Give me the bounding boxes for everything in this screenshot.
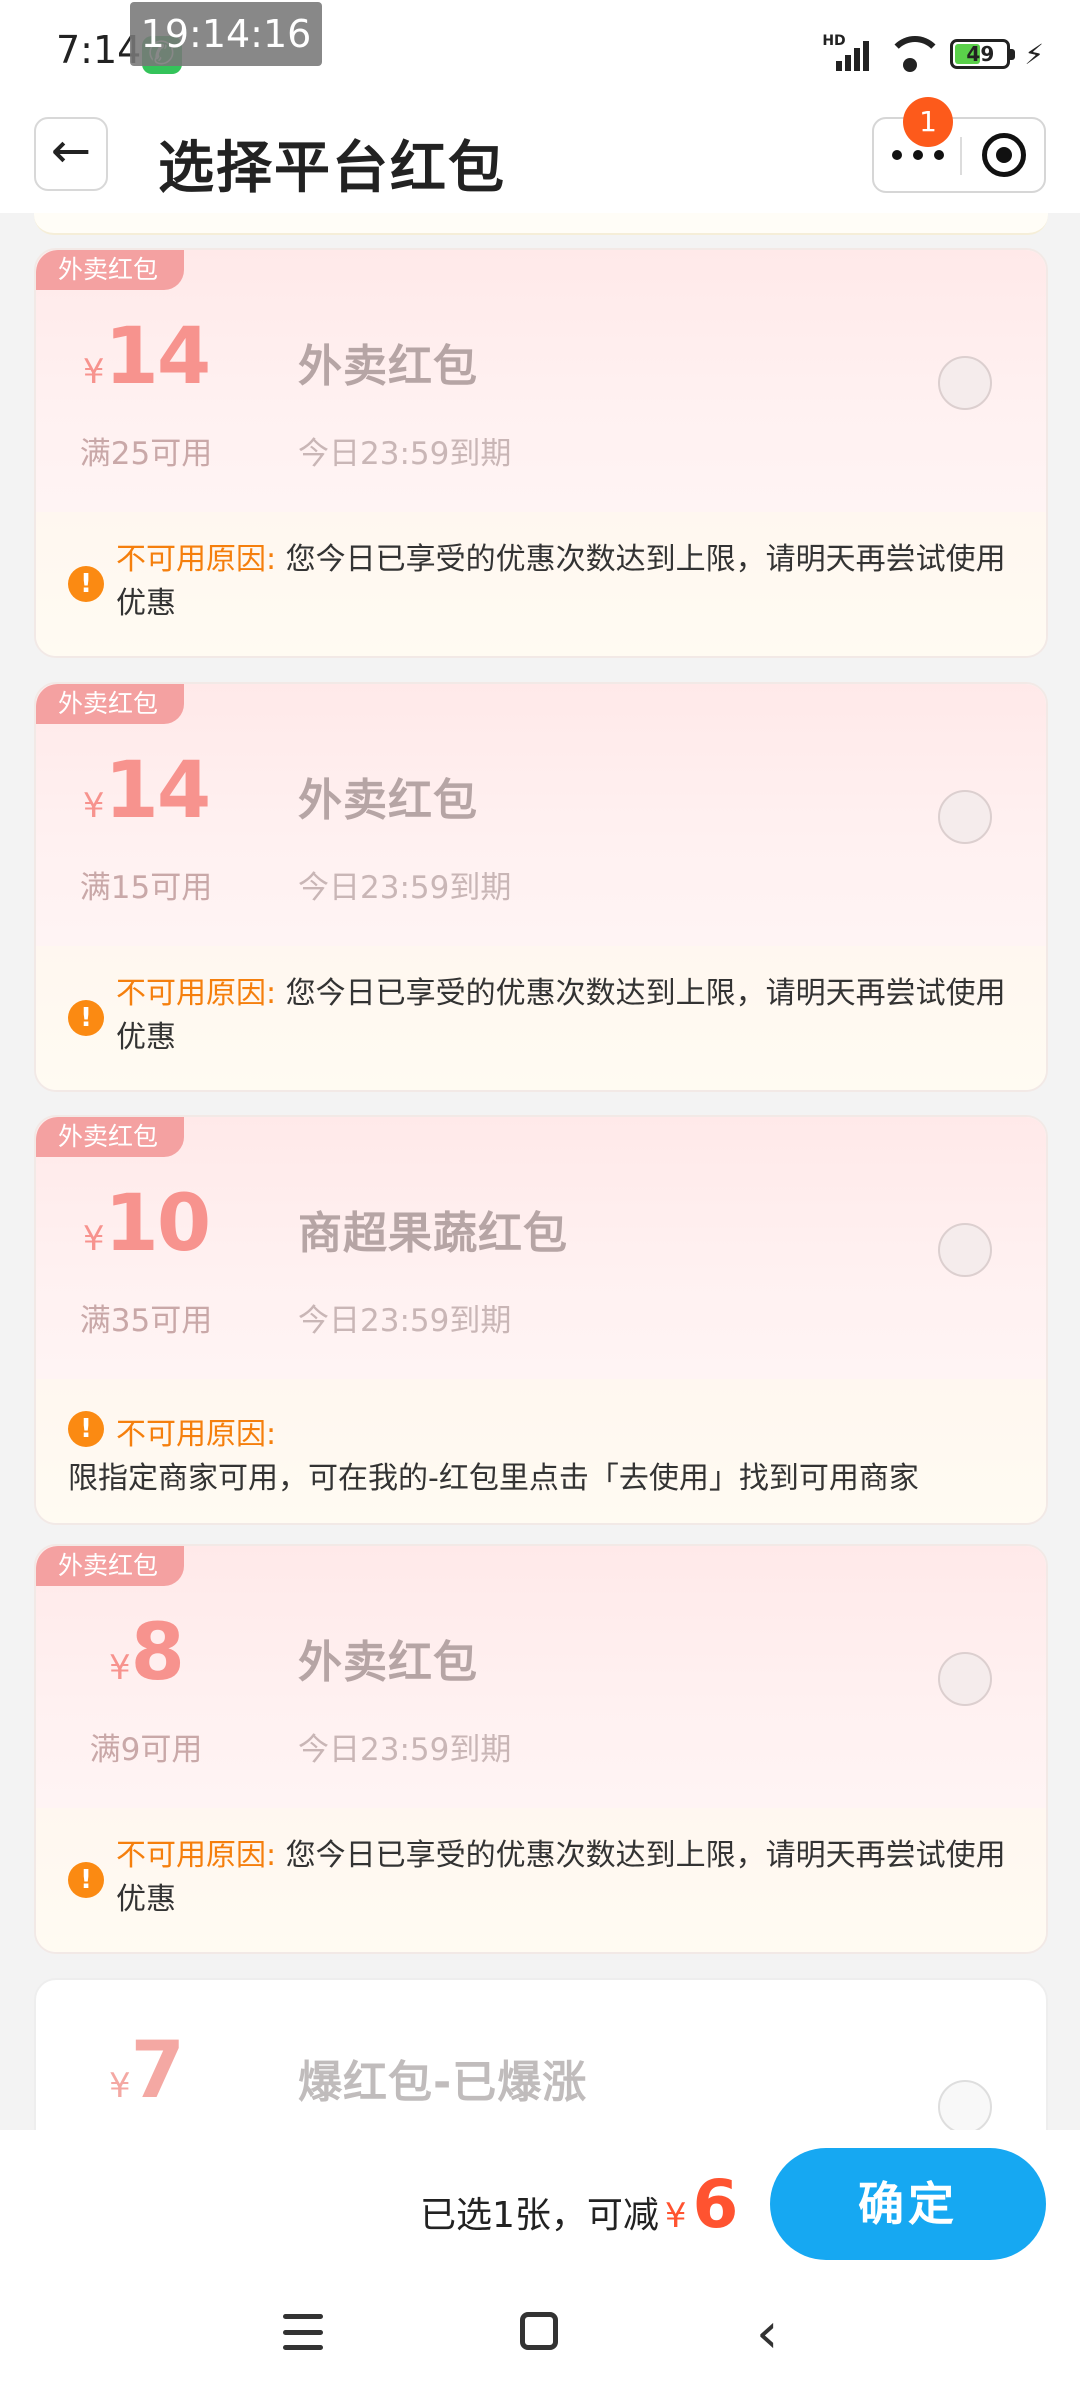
reason-label: 不可用原因:	[116, 1417, 277, 1452]
menu-icon[interactable]	[283, 2314, 323, 2350]
coupon-name: 商超果蔬红包	[298, 1208, 568, 1259]
page-title: 选择平台红包	[158, 136, 506, 201]
warning-icon: !	[68, 1862, 104, 1898]
coupon-tag: 外卖红包	[36, 250, 185, 290]
coupon-name: 爆红包-已爆涨	[298, 2057, 588, 2108]
currency-symbol: ¥	[82, 1219, 105, 1259]
battery-icon: 49	[950, 39, 1016, 69]
coupon-expiry: 今日23:59到期	[298, 436, 512, 472]
reason-text: 不可用原因: 您今日已享受的优惠次数达到上限，请明天再尝试使用优惠	[116, 1834, 1016, 1922]
wifi-icon	[886, 36, 937, 72]
chevron-left-icon[interactable]: ‹	[756, 2306, 778, 2362]
select-radio[interactable]	[938, 1223, 992, 1277]
select-radio[interactable]	[938, 1652, 992, 1706]
status-bar: 7:14 19:14:16 HD 49 ⚡	[0, 0, 1080, 105]
amount-value: 8	[130, 1608, 185, 1698]
coupon-expiry: 今日23:59到期	[298, 1732, 512, 1768]
warning-icon: !	[68, 566, 104, 602]
previous-card-edge	[34, 213, 1048, 235]
more-icon[interactable]	[892, 143, 944, 167]
coupon-amount: ¥7	[66, 2026, 226, 2116]
coupon-card[interactable]: 外卖红包 ¥8 满9可用 外卖红包 今日23:59到期 ! 不可用原因: 您今日…	[34, 1544, 1048, 1954]
warning-icon: !	[68, 1000, 104, 1036]
battery-level: 49	[966, 42, 995, 66]
coupon-card[interactable]: 外卖红包 ¥14 满15可用 外卖红包 今日23:59到期 ! 不可用原因: 您…	[34, 682, 1048, 1092]
back-button[interactable]: ←	[34, 117, 108, 191]
signal-icon: HD	[822, 33, 872, 71]
coupon-amount: ¥14	[66, 312, 226, 402]
coupon-card[interactable]: 外卖红包 ¥14 满25可用 外卖红包 今日23:59到期 ! 不可用原因: 您…	[34, 248, 1048, 658]
charging-icon: ⚡	[1024, 37, 1044, 71]
coupon-card[interactable]: ¥7 爆红包-已爆涨	[34, 1978, 1048, 2130]
select-radio[interactable]	[938, 790, 992, 844]
confirm-button[interactable]: 确定	[770, 2148, 1046, 2260]
status-time: 7:14	[56, 28, 142, 72]
status-icons: HD 49 ⚡	[822, 33, 1044, 74]
home-icon[interactable]	[520, 2312, 558, 2350]
coupon-amount: ¥8	[66, 1608, 226, 1698]
coupon-amount: ¥14	[66, 746, 226, 836]
coupon-tag: 外卖红包	[36, 1117, 185, 1157]
arrow-left-icon: ←	[50, 123, 92, 179]
network-type: HD	[822, 33, 846, 49]
coupon-amount: ¥10	[66, 1179, 226, 1269]
coupon-threshold: 满15可用	[79, 870, 213, 906]
summary-text: 已选1张，可减	[420, 2195, 659, 2236]
warning-icon: !	[68, 1411, 104, 1447]
app-root: 7:14 19:14:16 HD 49 ⚡ ← 选择平台红包	[0, 0, 1080, 2400]
discount-value: 6	[692, 2166, 739, 2243]
amount-value: 14	[104, 746, 212, 836]
overlay-clock: 19:14:16	[130, 2, 322, 66]
select-radio[interactable]	[938, 356, 992, 410]
coupon-tag: 外卖红包	[36, 684, 185, 724]
coupon-threshold: 满9可用	[89, 1732, 203, 1768]
coupon-list[interactable]: 外卖红包 ¥14 满25可用 外卖红包 今日23:59到期 ! 不可用原因: 您…	[0, 213, 1080, 2130]
reason-label: 不可用原因:	[116, 1838, 277, 1873]
notification-badge: 1	[903, 97, 953, 147]
coupon-threshold: 满35可用	[79, 1303, 213, 1339]
select-radio[interactable]	[938, 2080, 992, 2130]
currency-symbol: ¥	[82, 352, 105, 392]
amount-value: 10	[104, 1179, 212, 1269]
coupon-threshold: 满25可用	[79, 436, 213, 472]
currency-symbol: ¥	[109, 2066, 131, 2106]
reason-label: 不可用原因:	[116, 542, 277, 577]
reason-label: 不可用原因:	[116, 976, 277, 1011]
coupon-card[interactable]: 外卖红包 ¥10 满35可用 商超果蔬红包 今日23:59到期 ! 不可用原因:…	[34, 1115, 1048, 1525]
system-nav-bar: ‹	[0, 2270, 1080, 2400]
coupon-tag: 外卖红包	[36, 1546, 185, 1586]
footer-bar: 已选1张，可减 ¥ 6 确定	[0, 2130, 1080, 2270]
reason-text: 不可用原因: 您今日已享受的优惠次数达到上限，请明天再尝试使用优惠	[116, 538, 1016, 626]
coupon-expiry: 今日23:59到期	[298, 1303, 512, 1339]
coupon-name: 外卖红包	[298, 775, 478, 826]
coupon-expiry: 今日23:59到期	[298, 870, 512, 906]
currency-symbol: ¥	[82, 786, 105, 826]
amount-value: 14	[104, 312, 212, 402]
coupon-name: 外卖红包	[298, 1637, 478, 1688]
selection-summary: 已选1张，可减 ¥ 6	[420, 2166, 738, 2243]
mini-program-capsule	[872, 117, 1046, 193]
capsule-divider	[960, 137, 962, 175]
reason-detail: 限指定商家可用，可在我的-红包里点击「去使用」找到可用商家	[68, 1461, 919, 1496]
currency-symbol: ¥	[664, 2196, 687, 2236]
reason-text: 不可用原因: 您今日已享受的优惠次数达到上限，请明天再尝试使用优惠	[116, 972, 1016, 1060]
currency-symbol: ¥	[109, 1648, 131, 1688]
close-target-icon[interactable]	[982, 133, 1026, 177]
amount-value: 7	[130, 2026, 185, 2116]
coupon-name: 外卖红包	[298, 341, 478, 392]
